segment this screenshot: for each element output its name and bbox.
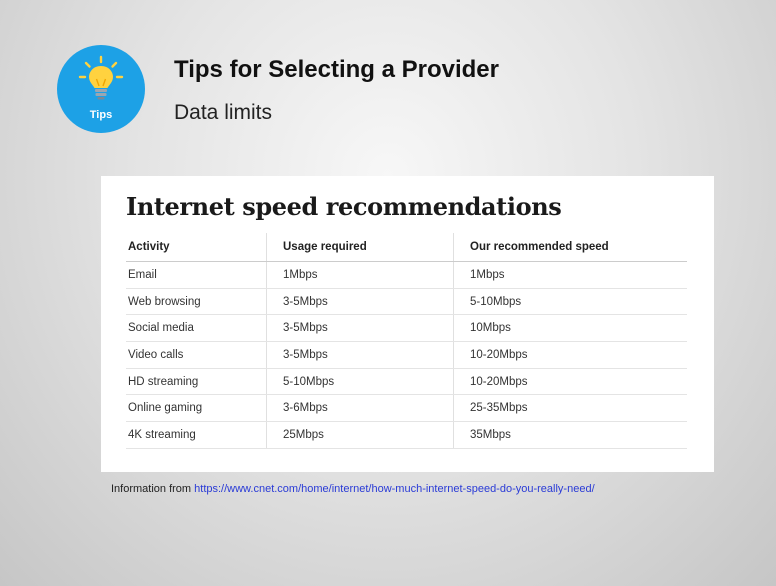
speed-table: Activity Usage required Our recommended … [126,233,687,449]
recommended-cell: 10-20Mbps [453,341,687,369]
table-row: Online gaming 3-6Mbps 25-35Mbps [126,394,687,423]
lightbulb-icon [78,55,124,100]
recommended-cell: 35Mbps [453,421,687,449]
recommended-cell: 25-35Mbps [453,394,687,423]
speed-recommendations-card: Internet speed recommendations Activity … [101,176,714,472]
table-row: Web browsing 3-5Mbps 5-10Mbps [126,288,687,316]
activity-cell: Email [126,261,267,289]
card-title: Internet speed recommendations [126,192,562,221]
activity-cell: Online gaming [126,394,267,423]
table-row: Social media 3-5Mbps 10Mbps [126,314,687,343]
usage-cell: 25Mbps [266,421,454,449]
page-title: Tips for Selecting a Provider [174,56,499,83]
usage-cell: 3-5Mbps [266,314,454,343]
table-header-row: Activity Usage required Our recommended … [126,233,687,262]
column-header-activity: Activity [126,233,267,262]
table-row: Video calls 3-5Mbps 10-20Mbps [126,341,687,369]
usage-cell: 1Mbps [266,261,454,289]
tips-badge: Tips [57,45,145,133]
activity-cell: Social media [126,314,267,343]
source-note: Information from https://www.cnet.com/ho… [111,483,595,495]
column-header-recommended: Our recommended speed [453,233,687,262]
activity-cell: 4K streaming [126,421,267,449]
page-subtitle: Data limits [174,101,273,124]
table-row: 4K streaming 25Mbps 35Mbps [126,421,687,449]
usage-cell: 3-5Mbps [266,288,454,316]
recommended-cell: 5-10Mbps [453,288,687,316]
table-row: Email 1Mbps 1Mbps [126,261,687,289]
source-link[interactable]: https://www.cnet.com/home/internet/how-m… [194,483,594,495]
recommended-cell: 10-20Mbps [453,368,687,396]
activity-cell: HD streaming [126,368,267,396]
tips-label: Tips [89,109,113,121]
usage-cell: 5-10Mbps [266,368,454,396]
usage-cell: 3-6Mbps [266,394,454,423]
usage-cell: 3-5Mbps [266,341,454,369]
activity-cell: Web browsing [126,288,267,316]
source-prefix: Information from [111,483,192,495]
column-header-usage: Usage required [266,233,454,262]
activity-cell: Video calls [126,341,267,369]
recommended-cell: 1Mbps [453,261,687,289]
recommended-cell: 10Mbps [453,314,687,343]
table-row: HD streaming 5-10Mbps 10-20Mbps [126,368,687,396]
